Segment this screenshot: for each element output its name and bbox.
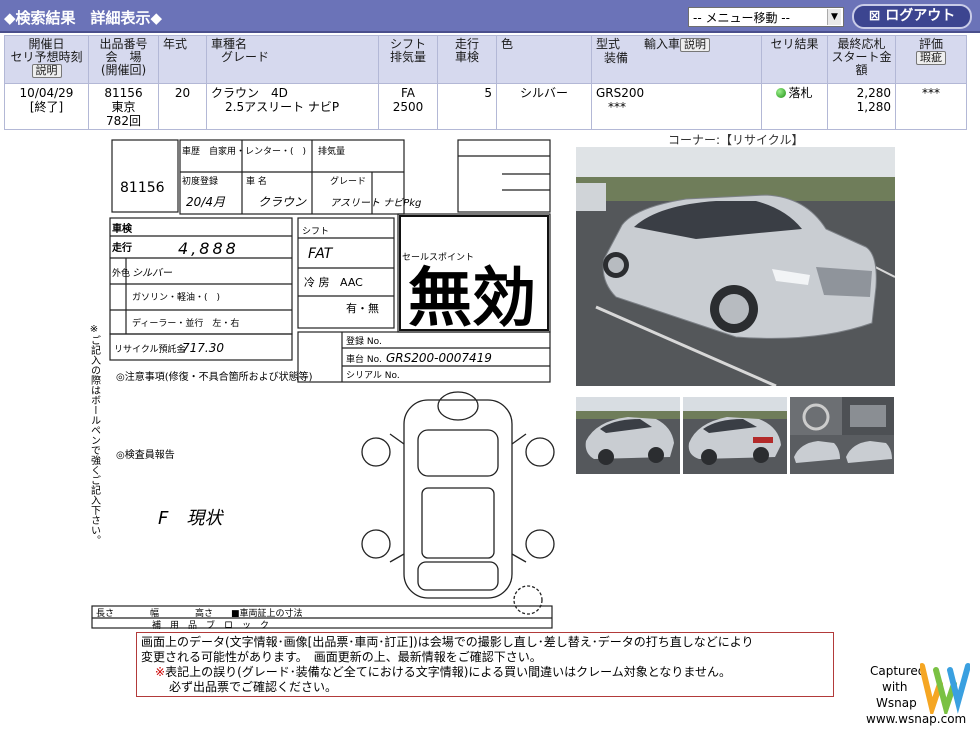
type-explain-button[interactable]: 説明 — [680, 38, 711, 52]
cell-date: 10/04/29 [終了] — [4, 83, 89, 130]
vehicle-thumbnail-1[interactable] — [576, 397, 680, 474]
notice-mark: ※ — [155, 665, 166, 679]
svg-text:外色: 外色 — [112, 267, 130, 279]
notice-line-2: 変更される可能性があります。 画面更新の上、最新情報をご確認下さい。 — [141, 650, 542, 664]
svg-text:シフト: シフト — [302, 227, 329, 237]
header-final-bid: 最終応札 スタート金額 — [827, 35, 896, 84]
svg-text:登録 No.: 登録 No. — [346, 335, 382, 347]
cell-lot: 81156 東京 782回 — [88, 83, 159, 130]
header-result: セリ結果 — [761, 35, 828, 84]
svg-text:◎注意事項(修復・不具合箇所および状態等): ◎注意事項(修復・不具合箇所および状態等) — [116, 370, 313, 383]
vehicle-thumbnail-3[interactable] — [790, 397, 894, 474]
svg-text:有・無: 有・無 — [346, 301, 379, 315]
svg-text:FAT: FAT — [308, 246, 334, 262]
menu-select-value: -- メニュー移動 -- — [693, 11, 790, 25]
sheet-frame-number: GRS200-0007419 — [386, 351, 492, 365]
svg-text:冷 房: 冷 房 — [304, 276, 330, 289]
notice-line-3: 表記上の誤り(グレード･装備など全てにおける文字情報)による買い間違いはクレーム… — [165, 665, 731, 679]
wsnap-url: www.wsnap.com — [866, 712, 967, 726]
header-date: 開催日 セリ予想時刻 説明 — [4, 35, 89, 84]
svg-text:シルバー: シルバー — [132, 267, 173, 279]
cell-rating: *** — [895, 83, 967, 130]
svg-text:717.30: 717.30 — [182, 341, 224, 355]
svg-text:20/4月: 20/4月 — [186, 195, 226, 209]
header-model: 車種名 グレード — [206, 35, 379, 84]
header-shift: シフト 排気量 — [378, 35, 438, 84]
explain-button[interactable]: 説明 — [31, 64, 62, 78]
vehicle-thumbnail-2[interactable] — [683, 397, 787, 474]
svg-text:車検: 車検 — [112, 222, 133, 235]
header-mileage: 走行 車検 — [437, 35, 497, 84]
table-header-row: 開催日 セリ予想時刻 説明 出品番号 会 場 (開催回) 年式 車種名 グレード… — [4, 35, 967, 84]
svg-text:車台 No.: 車台 No. — [346, 353, 382, 365]
chevron-down-icon[interactable]: ▼ — [827, 9, 841, 25]
cell-mileage: 5 — [437, 83, 497, 130]
sheet-lot-number: 81156 — [120, 180, 165, 196]
auction-sheet-image[interactable]: 81156 車歴 自家用・レンター・( ) 排気量 初度登録 車 名 グレード … — [82, 134, 562, 631]
svg-text:AAC: AAC — [340, 276, 363, 289]
page-title: ◆検索結果 詳細表示◆ — [4, 9, 163, 27]
svg-text:グレード: グレード — [330, 175, 366, 187]
svg-text:初度登録: 初度登録 — [182, 175, 218, 187]
svg-text:車 名: 車 名 — [246, 175, 267, 187]
header-color: 色 — [496, 35, 592, 84]
cell-type: GRS200 *** — [591, 83, 762, 130]
logout-icon: ⊠ — [868, 8, 881, 24]
notice-line-1: 画面上のデータ(文字情報･画像[出品票･車両･訂正])は会場での撮影し直し･差し… — [141, 635, 754, 649]
top-bar: ◆検索結果 詳細表示◆ -- メニュー移動 -- ▼ ⊠ ログアウト — [0, 0, 980, 33]
svg-text:排気量: 排気量 — [318, 145, 345, 157]
header-year: 年式 — [158, 35, 207, 84]
svg-text:車歴 自家用・レンター・( ): 車歴 自家用・レンター・( ) — [182, 145, 306, 157]
wsnap-captured: Captured — [870, 664, 926, 678]
notice-line-4: 必ず出品票でご確認ください。 — [169, 680, 338, 694]
svg-text:◎検査員報告: ◎検査員報告 — [116, 448, 175, 461]
svg-text:クラウン: クラウン — [258, 195, 307, 209]
inspector-remark: F 現状 — [158, 508, 224, 529]
svg-text:走行: 走行 — [111, 241, 132, 254]
wsnap-name: Wsnap — [876, 696, 917, 710]
table-row: 10/04/29 [終了] 81156 東京 782回 20 クラウン 4D 2… — [4, 83, 967, 130]
header-lot: 出品番号 会 場 (開催回) — [88, 35, 159, 84]
cell-shift: FA 2500 — [378, 83, 438, 130]
svg-text:シリアル No.: シリアル No. — [346, 371, 400, 381]
logout-label: ログアウト — [885, 8, 956, 24]
svg-text:ガソリン・軽油・( ): ガソリン・軽油・( ) — [132, 291, 220, 303]
menu-navigation-select[interactable]: -- メニュー移動 -- ▼ — [688, 7, 844, 27]
invalid-stamp: 無効 — [408, 261, 536, 336]
svg-text:アスリート ナビPkg: アスリート ナビPkg — [330, 197, 421, 209]
svg-text:4,888: 4,888 — [178, 239, 239, 258]
corner-label: コーナー:【リサイクル】 — [668, 133, 804, 147]
svg-text:ディーラー・並行 左・右: ディーラー・並行 左・右 — [132, 317, 239, 329]
vehicle-main-photo[interactable] — [576, 147, 896, 388]
logout-button[interactable]: ⊠ ログアウト — [852, 4, 972, 29]
cell-price: 2,280 1,280 — [827, 83, 896, 130]
svg-text:リサイクル預託金: リサイクル預託金 — [114, 343, 186, 355]
vehicle-info-table: 開催日 セリ予想時刻 説明 出品番号 会 場 (開催回) 年式 車種名 グレード… — [4, 35, 967, 130]
header-rating: 評価 瑕疵 — [895, 35, 967, 84]
defect-button[interactable]: 瑕疵 — [916, 51, 946, 65]
svg-text:長さ 幅 高さ ■車両証上の寸法: 長さ 幅 高さ ■車両証上の寸法 — [96, 607, 303, 619]
cell-result: 落札 — [761, 83, 828, 130]
cell-model: クラウン 4D 2.5アスリート ナビP — [206, 83, 379, 130]
svg-text:※ご記入の際はボールペンで強くご記入下さい。: ※ご記入の際はボールペンで強くご記入下さい。 — [89, 324, 101, 545]
header-type: 型式 輸入車 説明 装備 — [591, 35, 762, 84]
disclaimer-notice: 画面上のデータ(文字情報･画像[出品票･車両･訂正])は会場での撮影し直し･差し… — [136, 632, 834, 697]
sold-status-icon — [776, 88, 787, 98]
cell-year: 20 — [158, 83, 207, 130]
svg-text:補 用 品 ブ ロ ッ ク: 補 用 品 ブ ロ ッ ク — [152, 619, 269, 630]
cell-color: シルバー — [496, 83, 592, 130]
wsnap-watermark: Captured with Wsnap www.wsnap.com — [864, 662, 974, 728]
wsnap-logo-icon — [920, 663, 970, 714]
wsnap-with: with — [882, 680, 908, 694]
